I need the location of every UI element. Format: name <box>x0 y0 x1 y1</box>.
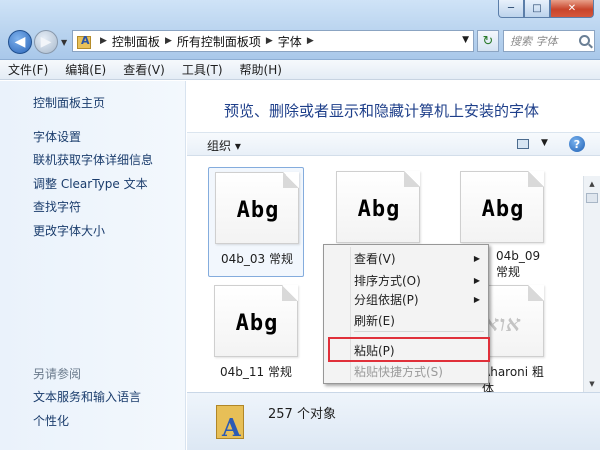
menu-tools[interactable]: 工具(T) <box>182 61 223 78</box>
chevron-right-icon[interactable]: ▶ <box>266 36 273 46</box>
context-item-label: 分组依据(P) <box>354 293 419 307</box>
address-bar[interactable]: ▶ 控制面板 ▶ 所有控制面板项 ▶ 字体 ▶ ▼ <box>72 30 474 52</box>
text-services-link[interactable]: 文本服务和输入语言 <box>33 388 141 405</box>
minimize-button[interactable]: ─ <box>498 0 524 18</box>
font-file-icon: Abg <box>214 285 298 357</box>
chevron-right-icon[interactable]: ▶ <box>165 36 172 46</box>
window-controls: ─ □ ✕ <box>498 0 594 18</box>
font-label: 04b_03 常规 <box>221 252 293 266</box>
address-dropdown-icon[interactable]: ▼ <box>462 35 469 45</box>
menu-bar: 文件(F) 编辑(E) 查看(V) 工具(T) 帮助(H) <box>0 60 600 80</box>
font-sample: Abg <box>481 197 525 222</box>
font-item[interactable]: Abg 04b_03 常规 <box>208 167 304 277</box>
view-dropdown-icon[interactable]: ▼ <box>541 138 548 148</box>
item-count: 257 个对象 <box>268 407 336 422</box>
details-pane: A 257 个对象 <box>187 392 600 450</box>
breadcrumb-fonts[interactable]: 字体 <box>278 33 302 50</box>
context-item-label: 查看(V) <box>354 252 396 266</box>
organize-button[interactable]: 组织 ▾ <box>207 137 241 154</box>
see-also-heading: 另请参阅 <box>33 367 82 381</box>
refresh-button[interactable]: ↻ <box>477 30 499 52</box>
scrollbar-thumb[interactable] <box>586 193 598 203</box>
forward-button[interactable]: ▶ <box>34 30 58 54</box>
context-menu: 查看(V) ▶ 排序方式(O) ▶ 分组依据(P) ▶ 刷新(E) 粘贴(P) … <box>323 244 489 384</box>
change-view-icon[interactable] <box>517 139 529 149</box>
font-item[interactable]: Abg 04b_11 常规 <box>208 281 304 391</box>
scroll-up-arrow-icon[interactable]: ▲ <box>585 177 599 191</box>
context-item-refresh[interactable]: 刷新(E) <box>354 311 484 331</box>
font-sample: Abg <box>236 198 280 223</box>
menu-view[interactable]: 查看(V) <box>123 61 165 78</box>
font-label: 04b_11 常规 <box>220 365 292 379</box>
recent-pages-dropdown-icon[interactable]: ▼ <box>61 38 67 47</box>
maximize-button[interactable]: □ <box>524 0 550 18</box>
menu-separator <box>354 331 484 332</box>
personalization-link[interactable]: 个性化 <box>33 412 69 429</box>
title-bar: ─ □ ✕ ◀ ▶ ▼ ▶ 控制面板 ▶ 所有控制面板项 ▶ 字体 ▶ ▼ ↻ … <box>0 0 600 60</box>
online-font-details-link[interactable]: 联机获取字体详细信息 <box>33 151 153 168</box>
context-item-paste-shortcut[interactable]: 粘贴快捷方式(S) <box>354 362 484 382</box>
cleartype-link[interactable]: 调整 ClearType 文本 <box>33 175 148 192</box>
context-item-view[interactable]: 查看(V) ▶ <box>354 249 484 269</box>
search-input[interactable]: 搜索 字体 <box>503 30 595 52</box>
fonts-folder-icon <box>77 34 91 49</box>
back-button[interactable]: ◀ <box>8 30 32 54</box>
menu-help[interactable]: 帮助(H) <box>240 61 282 78</box>
submenu-arrow-icon: ▶ <box>473 276 480 285</box>
vertical-scrollbar[interactable]: ▲ ▼ <box>583 176 600 392</box>
font-sample: Abg <box>235 311 279 336</box>
context-item-group-by[interactable]: 分组依据(P) ▶ <box>354 290 484 310</box>
menu-edit[interactable]: 编辑(E) <box>65 61 106 78</box>
submenu-arrow-icon: ▶ <box>473 254 480 263</box>
font-settings-link[interactable]: 字体设置 <box>33 128 81 145</box>
menu-file[interactable]: 文件(F) <box>8 61 48 78</box>
breadcrumb-all-items[interactable]: 所有控制面板项 <box>177 33 261 50</box>
breadcrumb-control-panel[interactable]: 控制面板 <box>112 33 160 50</box>
search-icon[interactable] <box>579 35 590 46</box>
font-file-icon: Abg <box>336 171 420 243</box>
font-sample: Abg <box>357 197 401 222</box>
font-file-icon: Abg <box>460 171 544 243</box>
chevron-right-icon[interactable]: ▶ <box>100 36 107 46</box>
search-placeholder: 搜索 字体 <box>510 35 558 48</box>
paste-highlight-box <box>328 337 490 362</box>
find-character-link[interactable]: 查找字符 <box>33 198 81 215</box>
scroll-down-arrow-icon[interactable]: ▼ <box>585 377 599 391</box>
command-bar: 组织 ▾ ▼ ? <box>187 132 600 156</box>
help-icon[interactable]: ? <box>569 136 585 152</box>
close-button[interactable]: ✕ <box>550 0 594 18</box>
submenu-arrow-icon: ▶ <box>473 295 480 304</box>
page-title: 预览、删除或者显示和隐藏计算机上安装的字体 <box>224 102 540 120</box>
control-panel-home-link[interactable]: 控制面板主页 <box>33 94 105 111</box>
fonts-folder-icon: A <box>216 401 246 442</box>
context-item-sort-by[interactable]: 排序方式(O) ▶ <box>354 271 484 291</box>
change-font-size-link[interactable]: 更改字体大小 <box>33 222 105 239</box>
left-pane: 控制面板主页 字体设置 联机获取字体详细信息 调整 ClearType 文本 查… <box>0 81 186 450</box>
context-item-label: 排序方式(O) <box>354 274 421 288</box>
font-file-icon: Abg <box>215 172 299 244</box>
chevron-right-icon[interactable]: ▶ <box>307 36 314 46</box>
